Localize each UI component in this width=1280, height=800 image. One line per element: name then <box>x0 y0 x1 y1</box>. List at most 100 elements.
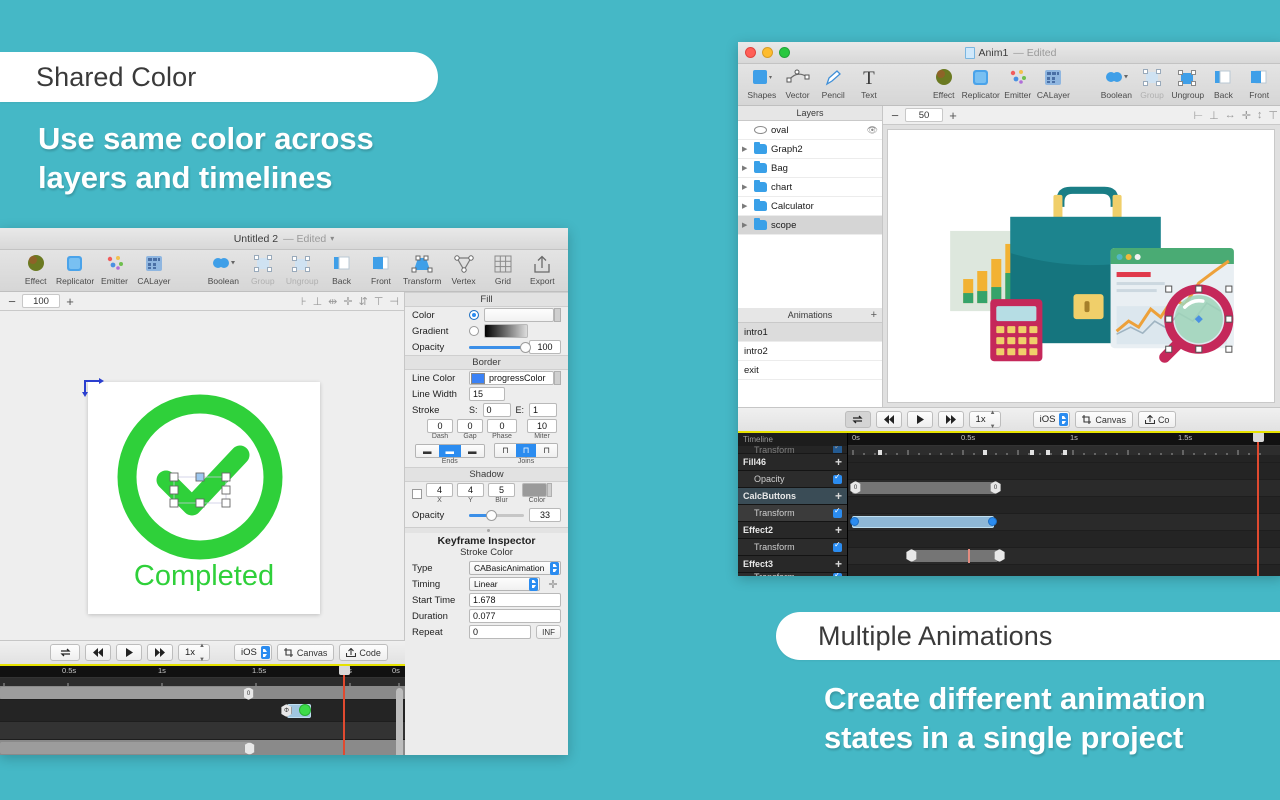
untitled2-timeline[interactable]: 0.5s 1s 1.5s 2s 0s 0 <box>0 664 405 755</box>
joins-miter-option[interactable]: ⊓ <box>495 444 516 457</box>
kf-start-time-value[interactable]: 1.678 <box>469 593 561 607</box>
platform-selector[interactable]: iOS <box>234 644 272 661</box>
tool-calayer[interactable]: CALayer <box>1036 67 1072 100</box>
tool-boolean[interactable]: Boolean <box>204 253 243 286</box>
phase-value[interactable]: 0 <box>487 419 517 433</box>
line-ends-segmented[interactable]: ▬ ▬ ▬ <box>415 443 485 458</box>
align-right-icon[interactable]: ⊣ <box>389 295 399 308</box>
anim1-toolbar[interactable]: Shapes Vector Pencil T Text Effect Repli… <box>738 64 1280 106</box>
keyframe-tick[interactable] <box>968 549 970 563</box>
layers-list[interactable]: oval 👁 ▶ Graph2 ▶ Bag ▶ chart ▶ Calculat… <box>738 121 882 304</box>
track-enabled-checkbox[interactable] <box>833 573 842 576</box>
shadow-enable-checkbox[interactable] <box>412 488 422 499</box>
play-button[interactable] <box>906 411 933 428</box>
fill-opacity-value[interactable]: 100 <box>529 340 561 354</box>
track-row[interactable]: Opacity <box>738 471 847 488</box>
fill-color-swatch[interactable] <box>484 308 554 322</box>
stepper-icon[interactable] <box>199 643 206 663</box>
chevron-down-icon[interactable]: ▾ <box>330 234 334 243</box>
tool-transform[interactable]: Transform <box>401 253 444 286</box>
add-keyframe-button[interactable]: + <box>835 456 842 468</box>
playhead-grip[interactable] <box>1252 433 1264 442</box>
zoom-value-field[interactable]: 100 <box>22 294 60 308</box>
track-row[interactable]: Effect2 + <box>738 522 847 539</box>
shadow-opacity-value[interactable]: 33 <box>529 508 561 522</box>
ends-square-option[interactable]: ▬ <box>461 444 484 457</box>
list-item[interactable]: intro1 <box>738 323 882 342</box>
tool-pencil[interactable]: Pencil <box>815 67 851 100</box>
fill-gradient-radio[interactable] <box>469 326 479 336</box>
track-lane[interactable] <box>848 463 1280 480</box>
stroke-row[interactable]: Stroke S: 0 E: 1 <box>405 402 568 418</box>
timeline-ruler[interactable]: 0s 0.5s 1s 1.5s <box>848 433 1280 446</box>
play-button[interactable] <box>116 644 142 661</box>
fill-opacity-slider[interactable] <box>469 341 531 353</box>
shadow-y-value[interactable]: 4 <box>457 483 484 497</box>
track-row[interactable]: Transform <box>738 446 847 454</box>
anim1-playback-bar[interactable]: 1x iOS Canvas Co <box>738 407 1280 431</box>
untitled2-canvas[interactable]: Completed <box>0 311 404 640</box>
keyframe-marker[interactable] <box>299 704 311 716</box>
fill-color-picker-button[interactable] <box>554 308 561 322</box>
forward-button[interactable] <box>147 644 173 661</box>
track-lane[interactable] <box>848 514 1280 531</box>
keyframe-span[interactable] <box>852 482 996 494</box>
keyframe-span[interactable] <box>910 550 998 562</box>
kf-repeat-inf-button[interactable]: INF <box>536 625 561 639</box>
align-bottom-icon[interactable]: ⊥ <box>313 295 323 308</box>
align-tools[interactable]: ⊢ ⊥ ↔ ✛ ↕ ⊤ <box>1194 109 1279 122</box>
keyframe-marker[interactable] <box>850 517 859 526</box>
line-color-swatch[interactable] <box>471 372 485 384</box>
disclosure-icon[interactable]: ▶ <box>742 145 750 153</box>
tool-front[interactable]: Front <box>1241 67 1277 100</box>
splitter-handle[interactable] <box>486 529 490 532</box>
keyframe-span[interactable] <box>0 742 250 754</box>
track-row[interactable]: CalcButtons + <box>738 488 847 505</box>
line-color-picker-button[interactable] <box>554 371 561 385</box>
gap-value[interactable]: 0 <box>457 419 483 433</box>
keyframe-span-selected[interactable] <box>852 516 994 528</box>
platform-selector[interactable]: iOS <box>1032 411 1071 428</box>
fill-color-radio[interactable] <box>469 310 479 320</box>
tool-calayer[interactable]: CALayer <box>134 253 173 286</box>
tool-boolean[interactable]: Boolean <box>1099 67 1135 100</box>
list-item[interactable]: intro2 <box>738 342 882 361</box>
add-animation-button[interactable]: + <box>871 309 877 321</box>
track-row[interactable]: Fill46 + <box>738 454 847 471</box>
line-width-value[interactable]: 15 <box>469 387 505 401</box>
align-tools[interactable]: ⊦ ⊥ ⇹ ✛ ⇵ ⊤ ⊣ <box>301 295 399 308</box>
tool-export[interactable]: Export <box>523 253 562 286</box>
distribute-h-icon[interactable]: ⇹ <box>328 295 337 308</box>
line-width-row[interactable]: Line Width 15 <box>405 386 568 402</box>
zoom-out-button[interactable]: − <box>888 108 902 123</box>
kf-repeat-row[interactable]: Repeat 0 INF <box>405 624 568 640</box>
loop-button[interactable] <box>50 644 80 661</box>
miter-value[interactable]: 10 <box>527 419 557 433</box>
untitled2-titlebar[interactable]: Untitled 2 — Edited ▾ <box>0 228 568 250</box>
keyframe-marker[interactable] <box>988 517 997 526</box>
window-traffic-lights[interactable] <box>745 47 790 58</box>
ends-round-option[interactable]: ▬ <box>438 444 461 457</box>
zoom-value-field[interactable]: 50 <box>905 108 943 122</box>
timeline-tracks-area[interactable]: 0s 0.5s 1s 1.5s 0 0 <box>848 433 1280 576</box>
forward-button[interactable] <box>937 411 964 428</box>
align-left-icon[interactable]: ⊦ <box>301 295 307 308</box>
distribute-v-icon[interactable]: ⇵ <box>359 295 368 308</box>
track-row[interactable]: Transform <box>738 539 847 556</box>
shadow-blur-value[interactable]: 5 <box>488 483 515 497</box>
stepper-icon[interactable] <box>1059 413 1069 426</box>
code-button[interactable]: Co <box>1137 411 1177 428</box>
track-lane[interactable] <box>848 531 1280 548</box>
stepper-icon[interactable] <box>550 561 559 575</box>
add-keyframe-button[interactable]: + <box>835 524 842 536</box>
inspector-panel[interactable]: Fill Color Gradient Opacity 100 Border L… <box>404 292 568 640</box>
close-button[interactable] <box>745 47 756 58</box>
kf-duration-value[interactable]: 0.077 <box>469 609 561 623</box>
shadow-x-value[interactable]: 4 <box>426 483 453 497</box>
distribute-v-icon[interactable]: ↕ <box>1257 109 1263 122</box>
tool-grid[interactable]: Grid <box>483 253 522 286</box>
loop-button[interactable] <box>844 411 871 428</box>
untitled2-playback-bar[interactable]: 1x iOS Canvas Code <box>0 640 405 664</box>
fill-gradient-row[interactable]: Gradient <box>405 323 568 339</box>
align-top-icon[interactable]: ⊤ <box>374 295 384 308</box>
